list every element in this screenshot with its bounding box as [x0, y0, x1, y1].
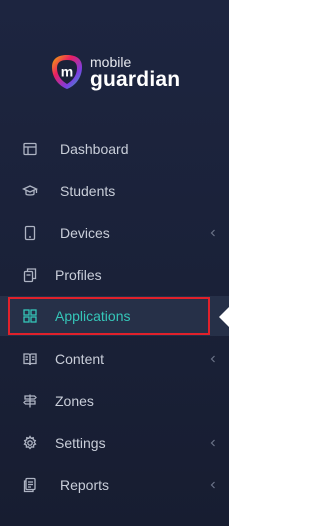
sidebar-item-zones[interactable]: Zones	[0, 381, 229, 421]
sidebar-item-label: Devices	[60, 225, 110, 241]
tablet-icon	[22, 225, 38, 241]
page-edge	[229, 0, 231, 526]
sidebar-item-dashboard[interactable]: Dashboard	[0, 129, 229, 169]
chevron-left-icon	[210, 481, 215, 489]
sidebar-item-settings[interactable]: Settings	[0, 423, 229, 463]
sidebar-item-reports[interactable]: Reports	[0, 465, 229, 505]
chevron-left-icon	[210, 355, 215, 363]
chevron-left-icon	[210, 229, 215, 237]
brand-logo[interactable]: m mobile guardian	[48, 48, 198, 96]
brand-name-line2: guardian	[90, 67, 181, 91]
sidebar: m mobile guardian Dashboard Students Dev…	[0, 0, 231, 526]
sidebar-item-label: Content	[55, 351, 105, 367]
sidebar-item-profiles[interactable]: Profiles	[0, 255, 229, 295]
sidebar-item-devices[interactable]: Devices	[0, 213, 229, 253]
sidebar-item-label: Zones	[55, 393, 94, 409]
chevron-left-icon	[210, 439, 215, 447]
book-icon	[22, 351, 38, 367]
layout-icon	[22, 141, 38, 157]
brand-name-line1: mobile	[90, 53, 132, 70]
mobile-guardian-logo-icon: m	[52, 55, 82, 89]
sidebar-item-content[interactable]: Content	[0, 339, 229, 379]
graduation-cap-icon	[22, 183, 38, 199]
sidebar-item-label: Reports	[60, 477, 110, 493]
highlight-outline	[8, 297, 210, 335]
signpost-icon	[22, 393, 38, 409]
copy-icon	[22, 267, 38, 283]
report-icon	[22, 477, 38, 493]
gear-icon	[22, 435, 38, 451]
sidebar-item-students[interactable]: Students	[0, 171, 229, 211]
logo-letter: m	[61, 64, 73, 80]
sidebar-item-label: Students	[60, 183, 116, 199]
sidebar-item-label: Dashboard	[60, 141, 129, 157]
sidebar-item-label: Settings	[55, 435, 106, 451]
sidebar-item-label: Profiles	[55, 267, 102, 283]
